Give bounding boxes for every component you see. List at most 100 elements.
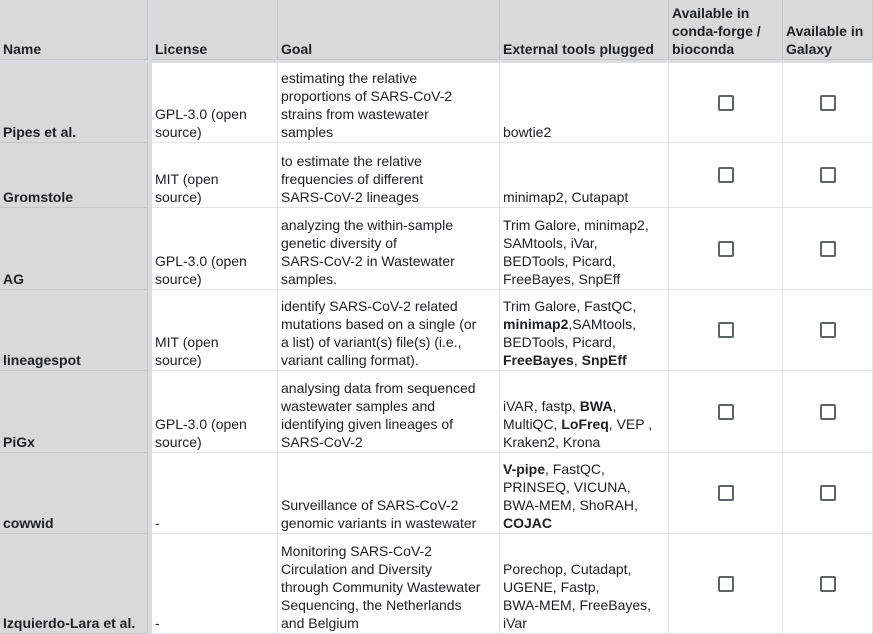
conda-checkbox[interactable]	[717, 322, 734, 338]
goal-text: analysing data from sequenced	[281, 380, 476, 396]
goal-text: mutations based on a single (or	[281, 316, 477, 332]
galaxy-checkbox[interactable]	[819, 94, 836, 111]
conda-checkbox[interactable]	[717, 485, 734, 501]
cell-tools[interactable]: Trim Galore, minimap2, SAMtools, iVar, BED…	[500, 208, 669, 290]
tool-entry: ,	[612, 398, 617, 414]
cell-license[interactable]: -	[152, 534, 278, 634]
cell-goal[interactable]: analysing data from sequenced wastewater …	[278, 371, 500, 453]
cell-license[interactable]: GPL-3.0 (open source)	[152, 63, 278, 143]
cell-tools[interactable]: V-pipe, FastQC, PRINSEQ, VICUNA, BWA-MEM, …	[500, 453, 669, 534]
tool-entry: COJAC	[503, 515, 553, 531]
header-name[interactable]: Name	[0, 0, 148, 60]
cell-conda[interactable]	[669, 290, 783, 371]
conda-checkbox[interactable]	[717, 240, 734, 257]
tools-line: SAMtools, iVar,	[503, 234, 665, 252]
cell-name[interactable]: Izquierdo-Lara et al.	[0, 534, 148, 634]
cell-goal[interactable]: Surveillance of SARS-CoV-2 genomic varian…	[278, 453, 500, 534]
goal-text: Surveillance of SARS-CoV-2	[281, 497, 459, 513]
tool-entry: , VEP ,	[608, 416, 653, 432]
cell-tools[interactable]: bowtie2	[500, 63, 669, 143]
galaxy-checkbox[interactable]	[819, 240, 836, 257]
tools-line: Porechop, Cutadapt,	[503, 560, 665, 578]
conda-checkbox[interactable]	[717, 403, 734, 420]
tools-line: BEDTools, Picard,	[503, 333, 665, 351]
tools-line: bowtie2	[503, 123, 665, 141]
goal-text: SARS-CoV-2 lineages	[281, 189, 419, 205]
cell-goal[interactable]: estimating the relative proportions of SA…	[278, 63, 500, 143]
tools-line: Trim Galore, FastQC,	[503, 297, 665, 315]
cell-license[interactable]: -	[152, 453, 278, 534]
license-text: source)	[155, 189, 202, 205]
tool-entry: SnpEff	[581, 352, 627, 368]
cell-galaxy[interactable]	[783, 208, 873, 290]
cell-goal[interactable]: analyzing the within-sample genetic diver…	[278, 208, 500, 290]
tools-line: FreeBayes, SnpEff	[503, 270, 665, 288]
cell-conda[interactable]	[669, 534, 783, 634]
cell-conda[interactable]	[669, 371, 783, 453]
cell-galaxy[interactable]	[783, 143, 873, 208]
tool-entry: V-pipe	[503, 461, 546, 477]
conda-checkbox[interactable]	[717, 575, 734, 592]
tools-line: COJAC	[503, 514, 665, 532]
cell-galaxy[interactable]	[783, 453, 873, 534]
cell-license[interactable]: MIT (open source)	[152, 143, 278, 208]
tool-name: Pipes et al.	[3, 124, 77, 140]
cell-name[interactable]: lineagespot	[0, 290, 148, 371]
cell-goal[interactable]: identify SARS-CoV-2 related mutations bas…	[278, 290, 500, 371]
cell-conda[interactable]	[669, 208, 783, 290]
conda-checkbox[interactable]	[717, 167, 734, 183]
cell-license[interactable]: GPL-3.0 (open source)	[152, 371, 278, 453]
cell-conda[interactable]	[669, 63, 783, 143]
tool-entry: BWA	[579, 398, 613, 414]
cell-tools[interactable]: Trim Galore, FastQC, minimap2,SAMtools, BE…	[500, 290, 669, 371]
goal-text: Sequencing, the Netherlands	[281, 597, 462, 613]
goal-text: and Belgium	[281, 615, 359, 631]
cell-name[interactable]: cowwid	[0, 453, 148, 534]
cell-name[interactable]: AG	[0, 208, 148, 290]
galaxy-checkbox[interactable]	[819, 403, 836, 420]
cell-tools[interactable]: iVAR, fastp, BWA, MultiQC, LoFreq, VEP ,K…	[500, 371, 669, 453]
galaxy-checkbox[interactable]	[819, 322, 836, 338]
tools-line: UGENE, Fastp,	[503, 578, 665, 596]
goal-text: identifying given lineages of	[281, 416, 454, 432]
cell-galaxy[interactable]	[783, 534, 873, 634]
goal-text: SARS-CoV-2 in Wastewater	[281, 253, 455, 269]
tools-line: BWA-MEM, ShoRAH,	[503, 496, 665, 514]
cell-goal[interactable]: Monitoring SARS-CoV-2 Circulation and Div…	[278, 534, 500, 634]
cell-license[interactable]: GPL-3.0 (open source)	[152, 208, 278, 290]
conda-checkbox[interactable]	[717, 94, 734, 111]
cell-galaxy[interactable]	[783, 371, 873, 453]
galaxy-checkbox[interactable]	[819, 167, 836, 183]
header-galaxy-line-2: Galaxy	[786, 41, 832, 57]
tool-name: cowwid	[3, 515, 54, 531]
cell-name[interactable]: Pipes et al.	[0, 63, 148, 143]
header-tools[interactable]: External tools plugged	[500, 0, 669, 60]
header-conda[interactable]: Available in conda-forge / bioconda	[669, 0, 783, 60]
goal-text: Monitoring SARS-CoV-2	[281, 543, 432, 559]
header-galaxy[interactable]: Available in Galaxy	[783, 0, 873, 60]
frozen-column-divider[interactable]	[148, 0, 152, 634]
cell-conda[interactable]	[669, 453, 783, 534]
goal-text: variant calling format).	[281, 352, 419, 368]
galaxy-checkbox[interactable]	[819, 575, 836, 592]
goal-text: frequencies of different	[281, 171, 424, 187]
tool-entry: iVAR, fastp,	[503, 398, 580, 414]
cell-tools[interactable]: Porechop, Cutadapt, UGENE, Fastp, BWA-MEM,…	[500, 534, 669, 634]
cell-goal[interactable]: to estimate the relative frequencies of d…	[278, 143, 500, 208]
tool-entry: FreeBayes	[503, 352, 574, 368]
cell-name[interactable]: PiGx	[0, 371, 148, 453]
tool-entry: UGENE, Fastp,	[503, 579, 600, 595]
cell-name[interactable]: Gromstole	[0, 143, 148, 208]
tools-line: FreeBayes, SnpEff	[503, 351, 665, 369]
cell-license[interactable]: MIT (open source)	[152, 290, 278, 371]
cell-tools[interactable]: minimap2, Cutapapt	[500, 143, 669, 208]
cell-galaxy[interactable]	[783, 290, 873, 371]
tool-entry: ,	[573, 352, 582, 368]
header-license[interactable]: License	[152, 0, 278, 60]
cell-galaxy[interactable]	[783, 63, 873, 143]
frozen-row-divider[interactable]	[0, 60, 873, 63]
cell-conda[interactable]	[669, 143, 783, 208]
galaxy-checkbox[interactable]	[819, 485, 836, 501]
goal-text: Circulation and Diversity	[281, 561, 432, 577]
header-goal[interactable]: Goal	[278, 0, 500, 60]
